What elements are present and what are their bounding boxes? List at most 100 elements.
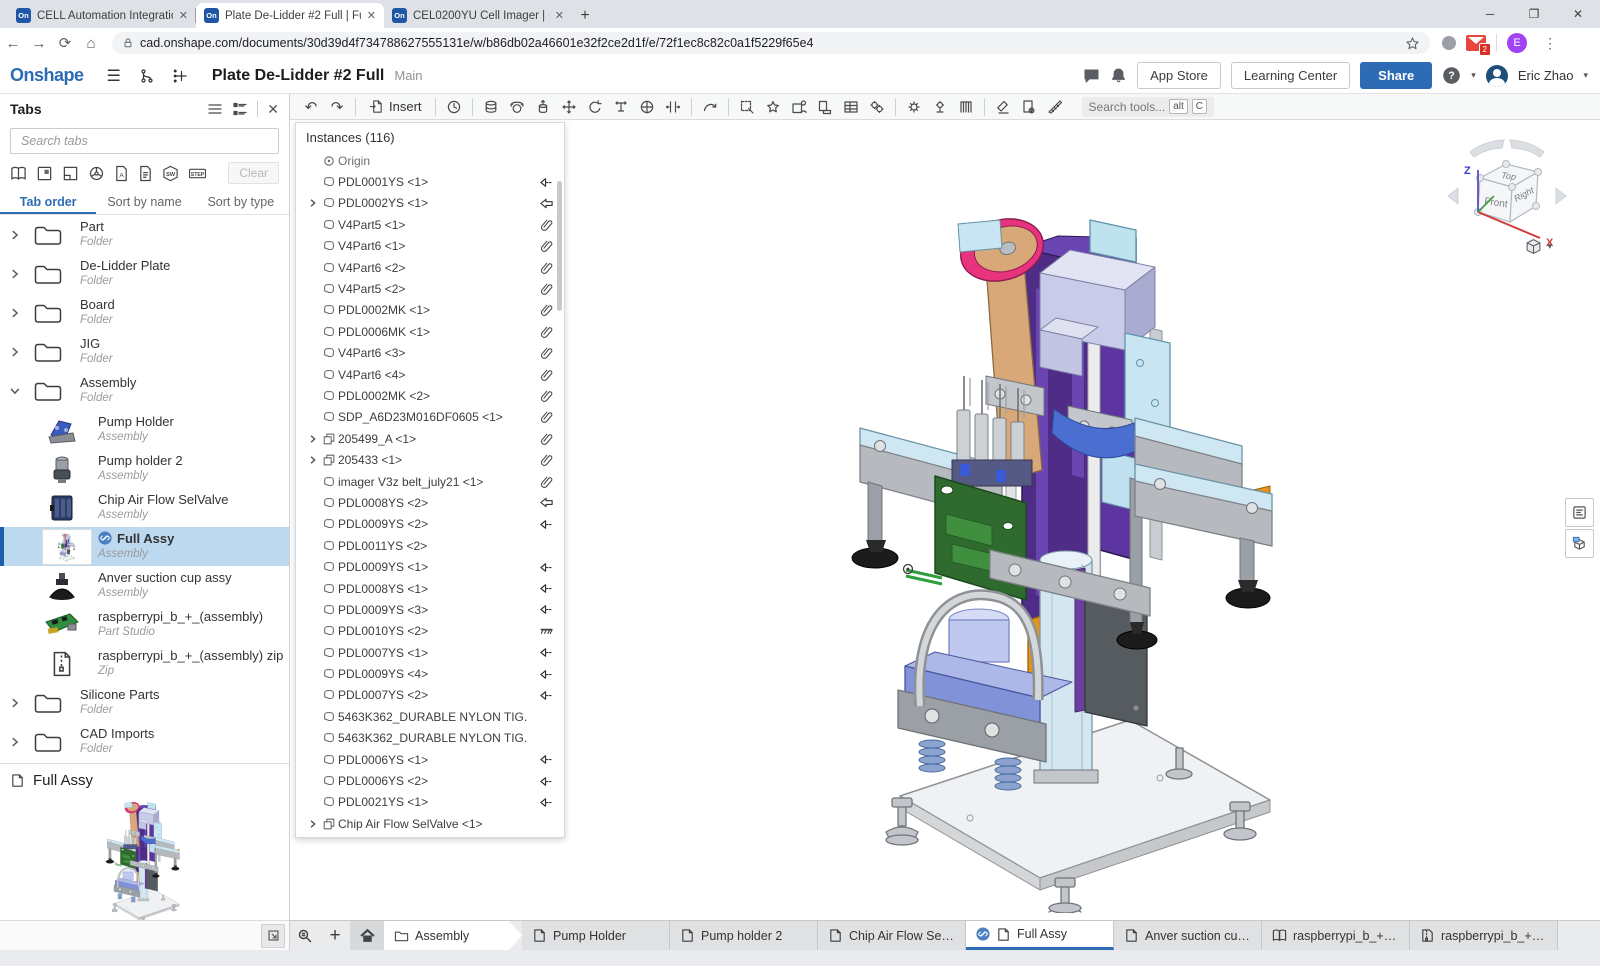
address-field[interactable]: cad.onshape.com/documents/30d39d4f734788… <box>112 32 1430 54</box>
clock-icon[interactable] <box>441 96 467 118</box>
detail-view-icon[interactable] <box>232 101 248 117</box>
instance-row-27[interactable]: 5463K362_DURABLE NYLON TIG... <box>296 728 564 749</box>
tab-item-5[interactable]: Pump HolderAssembly <box>0 410 289 449</box>
back-icon[interactable]: ← <box>0 35 26 52</box>
select-box-icon[interactable] <box>734 96 760 118</box>
instance-row-12[interactable]: SDP_A6D23M016DF0605 <1> <box>296 407 564 428</box>
browser-tab-0[interactable]: OnCELL Automation Integration | CE✕ <box>8 3 196 28</box>
parallel-icon[interactable] <box>660 96 686 118</box>
chevron-right-icon[interactable] <box>8 697 20 709</box>
mail-extension-icon[interactable]: 2 <box>1466 35 1486 51</box>
browser-tab-1[interactable]: OnPlate De-Lidder #2 Full | Full Assy✕ <box>196 3 384 28</box>
insert-button[interactable]: Insert <box>361 99 430 114</box>
tab-item-7[interactable]: Chip Air Flow SelValveAssembly <box>0 488 289 527</box>
share-button[interactable]: Share <box>1360 62 1432 89</box>
instance-row-4[interactable]: V4Part6 <1> <box>296 236 564 257</box>
measure-icon[interactable] <box>1042 96 1068 118</box>
instance-row-15[interactable]: imager V3z belt_july21 <1> <box>296 471 564 492</box>
composite-doc-filter-icon[interactable] <box>10 165 27 182</box>
undo-icon[interactable]: ↶ <box>298 96 324 118</box>
feature-list-pane-icon[interactable] <box>1565 498 1594 527</box>
doc-tab-7[interactable]: raspberrypi_b_+_(asse... <box>1410 921 1558 950</box>
doc-tab-6[interactable]: raspberrypi_b_+_(asse... <box>1262 921 1410 950</box>
instance-row-6[interactable]: V4Part5 <2> <box>296 278 564 299</box>
new-tab-button[interactable]: + <box>572 3 598 28</box>
comb-icon[interactable] <box>953 96 979 118</box>
cylinder-arrow-icon[interactable] <box>530 96 556 118</box>
instance-row-2[interactable]: PDL0002YS <1> <box>296 193 564 214</box>
doc-tab-0[interactable]: Assembly <box>384 921 522 950</box>
instance-row-7[interactable]: PDL0002MK <1> <box>296 300 564 321</box>
user-name[interactable]: Eric Zhao <box>1518 68 1574 83</box>
tab-item-2[interactable]: BoardFolder <box>0 293 289 332</box>
chevron-right-icon[interactable] <box>306 198 319 208</box>
bom-table-icon[interactable] <box>838 96 864 118</box>
doc-tab-4[interactable]: Full Assy <box>966 921 1114 950</box>
instance-row-1[interactable]: PDL0001YS <1> <box>296 171 564 192</box>
drawing-doc-filter-icon[interactable] <box>62 165 79 182</box>
instance-row-0[interactable]: Origin <box>296 150 564 171</box>
instances-scrollbar[interactable] <box>557 181 562 311</box>
tab-item-4[interactable]: AssemblyFolder <box>0 371 289 410</box>
drag-instance-icon[interactable] <box>812 96 838 118</box>
sort-tab-2[interactable]: Sort by type <box>193 190 289 214</box>
chevron-right-icon[interactable] <box>8 229 20 241</box>
tab-item-3[interactable]: JIGFolder <box>0 332 289 371</box>
redo-icon[interactable]: ↷ <box>324 96 350 118</box>
onshape-logo[interactable]: Onshape <box>10 65 84 86</box>
user-avatar[interactable] <box>1486 65 1508 87</box>
tab-item-0[interactable]: PartFolder <box>0 215 289 254</box>
pdf-doc-filter-icon[interactable]: A <box>114 165 129 182</box>
close-window-button[interactable]: ✕ <box>1556 7 1600 21</box>
replicate-icon[interactable] <box>864 96 890 118</box>
instance-row-16[interactable]: PDL0008YS <2> <box>296 492 564 513</box>
help-icon[interactable]: ? <box>1442 66 1461 85</box>
instance-row-8[interactable]: PDL0006MK <1> <box>296 321 564 342</box>
instance-row-11[interactable]: PDL0002MK <2> <box>296 385 564 406</box>
doc-tab-2[interactable]: Pump holder 2 <box>670 921 818 950</box>
bom-pane-icon[interactable] <box>1565 529 1594 558</box>
instance-row-20[interactable]: PDL0008YS <1> <box>296 578 564 599</box>
instance-row-21[interactable]: PDL0009YS <3> <box>296 599 564 620</box>
instance-row-24[interactable]: PDL0009YS <4> <box>296 663 564 684</box>
chevron-right-icon[interactable] <box>8 736 20 748</box>
doc-tab-1[interactable]: Pump Holder <box>522 921 670 950</box>
sort-tab-0[interactable]: Tab order <box>0 190 96 214</box>
close-tab-icon[interactable]: ✕ <box>179 9 188 22</box>
chevron-right-icon[interactable] <box>8 346 20 358</box>
drag-rotate-icon[interactable] <box>697 96 723 118</box>
tab-manager-icon[interactable] <box>290 921 320 950</box>
doc-tab-3[interactable]: Chip Air Flow SelValve <box>818 921 966 950</box>
cylindrical-mate-icon[interactable] <box>478 96 504 118</box>
browser-tab-2[interactable]: OnCEL0200YU Cell Imager | CEL020✕ <box>384 3 572 28</box>
jack-icon[interactable] <box>927 96 953 118</box>
chevron-right-icon[interactable] <box>8 268 20 280</box>
tab-item-8[interactable]: Full AssyAssembly <box>0 527 289 566</box>
cad-model[interactable] <box>840 178 1310 913</box>
create-icon[interactable] <box>173 68 189 84</box>
list-view-icon[interactable] <box>207 101 223 117</box>
sort-tab-1[interactable]: Sort by name <box>96 190 192 214</box>
instance-row-3[interactable]: V4Part5 <1> <box>296 214 564 235</box>
tab-item-13[interactable]: CAD ImportsFolder <box>0 722 289 761</box>
assembly-doc-filter-icon[interactable] <box>36 165 53 182</box>
graphics-viewport[interactable]: Instances (116) OriginPDL0001YS <1>PDL00… <box>290 120 1600 920</box>
close-panel-icon[interactable]: ✕ <box>267 101 279 118</box>
favorite-icon[interactable] <box>760 96 786 118</box>
instance-row-28[interactable]: PDL0006YS <1> <box>296 749 564 770</box>
gear-icon[interactable] <box>901 96 927 118</box>
versions-icon[interactable] <box>139 68 155 84</box>
restore-button[interactable]: ❐ <box>1512 7 1556 21</box>
tab-item-1[interactable]: De-Lidder PlateFolder <box>0 254 289 293</box>
wheel-doc-filter-icon[interactable] <box>88 165 105 182</box>
sheet-eye-icon[interactable] <box>1016 96 1042 118</box>
view-cube[interactable]: Top Front Right Z X <box>1442 138 1572 264</box>
instance-row-9[interactable]: V4Part6 <3> <box>296 343 564 364</box>
instance-row-30[interactable]: PDL0021YS <1> <box>296 792 564 813</box>
learning-center-button[interactable]: Learning Center <box>1231 62 1350 89</box>
doc-tab-5[interactable]: Anver suction cup assy <box>1114 921 1262 950</box>
search-tools-box[interactable]: Search tools... alt C <box>1082 97 1215 117</box>
browser-profile-avatar[interactable]: E <box>1507 33 1527 53</box>
lines-doc-filter-icon[interactable] <box>138 165 153 182</box>
tab-item-10[interactable]: raspberrypi_b_+_(assembly)Part Studio <box>0 605 289 644</box>
